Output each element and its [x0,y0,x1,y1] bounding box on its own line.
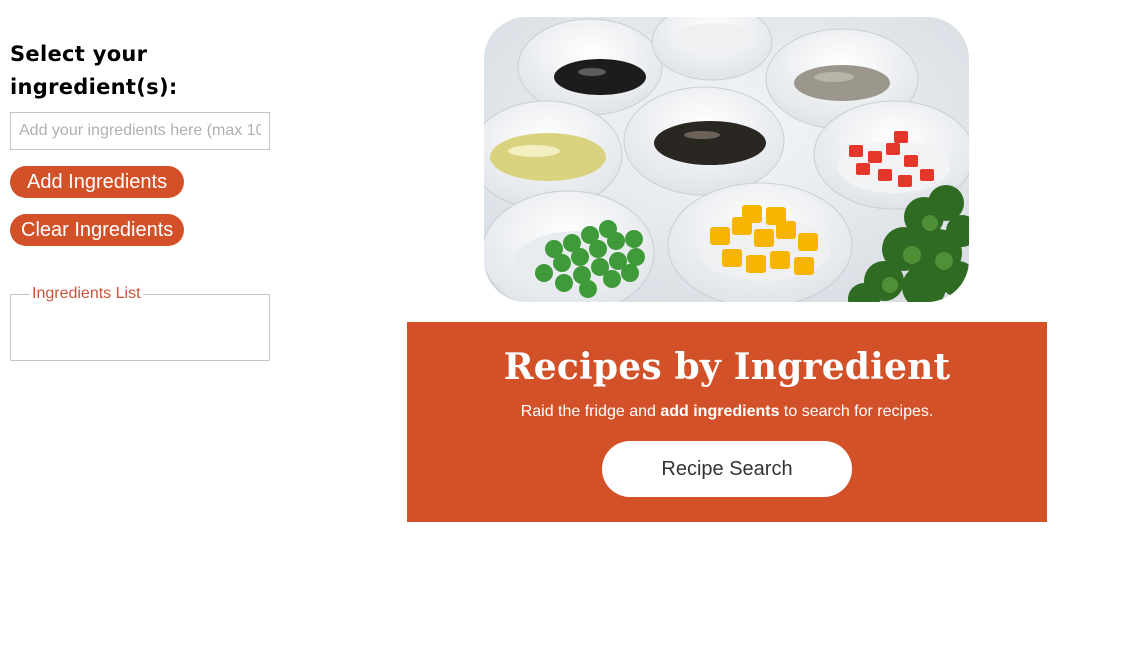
sidebar-heading: Select your ingredient(s): [10,42,178,99]
recipe-search-button[interactable]: Recipe Search [602,441,852,497]
ingredient-input[interactable] [10,112,270,150]
banner-text-end: to search for recipes. [779,403,934,420]
ingredients-list: Ingredients List [10,285,270,361]
banner-title: Recipes by Ingredient [503,346,951,388]
banner-description: Raid the fridge and add ingredients to s… [407,402,1047,422]
hero-image [484,17,969,302]
ingredient-sidebar: Select your ingredient(s): Add Ingredien… [10,38,270,361]
ingredients-list-legend: Ingredients List [32,285,141,302]
add-ingredients-button[interactable]: Add Ingredients [10,166,185,198]
banner-text-bold: add ingredients [660,403,780,420]
banner-text-start: Raid the fridge and [520,403,661,420]
ingredient-bowls-illustration [484,17,969,302]
clear-ingredients-button[interactable]: Clear Ingredients [10,214,185,246]
bowl-top-left [517,18,663,116]
bowl-center [623,86,785,196]
bowl-front-center [667,182,853,302]
recipe-page: Select your ingredient(s): Add Ingredien… [0,0,1140,662]
hero-banner: Recipes by Ingredient Raid the fridge an… [407,322,1047,522]
